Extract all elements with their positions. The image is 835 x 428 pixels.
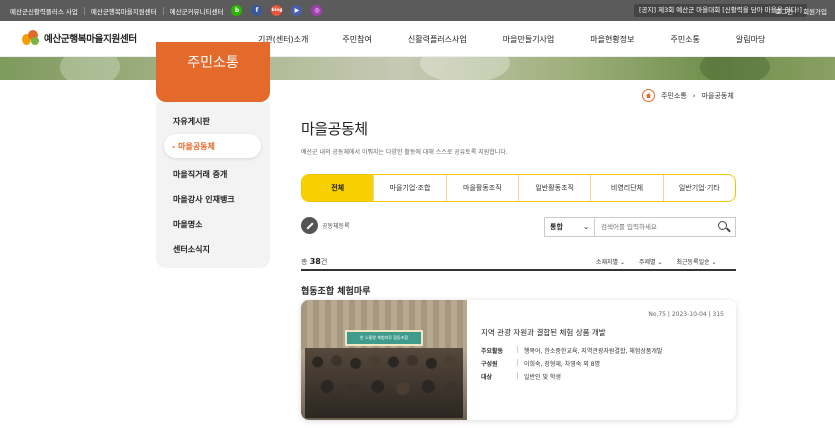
count-value: 38 <box>309 257 321 266</box>
main-nav: 기관(센터)소개 주민참여 신활력플러스사업 마을만들기사업 마을현황정보 주민… <box>258 21 765 57</box>
card-title: 지역 관광 자원과 결합된 체험 상품 개발 <box>481 328 606 337</box>
nav-new-vitality[interactable]: 신활력플러스사업 <box>408 34 467 45</box>
search-icon[interactable] <box>717 220 731 234</box>
filter-location[interactable]: 소재지별 ⌄ <box>596 257 625 266</box>
info-value: 일반인 및 학생 <box>524 374 561 381</box>
sidebar-item-newsletter[interactable]: 센터소식지 <box>173 244 210 255</box>
pen-icon <box>301 217 318 234</box>
search-type-value: 통합 <box>550 223 563 231</box>
category-tabs: 전체 마을기업·조합 마을활동조직 일반활동조직 비영리단체 일반기업·기타 <box>301 174 736 202</box>
photo-banner: 한 소통왕 체험마루 협동조합 <box>345 330 423 346</box>
sidebar-item-attractions[interactable]: 마을명소 <box>173 219 202 230</box>
register-community-button[interactable]: 공동체등록 <box>301 217 350 234</box>
tab-village-activity[interactable]: 마을활동조직 <box>445 175 518 201</box>
home-icon[interactable] <box>642 89 655 102</box>
breadcrumb: 주민소통 › 마을공동체 <box>642 89 734 102</box>
count-suffix: 건 <box>320 258 328 266</box>
signup-link[interactable]: 회원가입 <box>803 6 827 16</box>
family-link-1[interactable]: 예산군신활력플러스 사업 <box>10 6 78 16</box>
sns-links: b f blog ▶ ◎ <box>231 5 328 16</box>
nav-village-status[interactable]: 마을현황정보 <box>590 34 634 45</box>
card-info-row: 주요활동 행복어, 한소중한교육, 지역관광자원결합, 체험상품개발 <box>481 346 662 355</box>
sidebar-item-instructor-bank[interactable]: 마을강사 인재뱅크 <box>173 194 235 205</box>
nav-village-making[interactable]: 마을만들기사업 <box>503 34 555 45</box>
logo-mark-icon <box>22 30 40 46</box>
sidebar-item-direct-trade[interactable]: 마을직거래 중개 <box>173 169 227 180</box>
nav-participation[interactable]: 주민참여 <box>342 34 371 45</box>
count-prefix: 총 <box>301 258 308 266</box>
page-title: 마을공동체 <box>301 120 368 138</box>
breadcrumb-parent[interactable]: 주민소통 <box>661 91 687 101</box>
card-meta: No.75 | 2023-10-04 | 315 <box>648 311 724 318</box>
blog-icon[interactable]: b <box>231 5 243 16</box>
filter-sort[interactable]: 최근등록일순 ⌄ <box>677 257 717 266</box>
community-photo: 한 소통왕 체험마루 협동조합 <box>301 300 467 420</box>
info-value: 행복어, 한소중한교육, 지역관광자원결합, 체험상품개발 <box>524 348 663 355</box>
site-header: 예산군행복마을지원센터 기관(센터)소개 주민참여 신활력플러스사업 마을만들기… <box>0 21 835 57</box>
sidebar-title: 주민소통 <box>156 42 270 102</box>
sidebar-menu: 자유게시판 마을직거래 중개 마을강사 인재뱅크 마을명소 센터소식지 <box>156 102 270 268</box>
naver-blog-icon[interactable]: blog <box>271 5 283 16</box>
card-info-row: 대상 일반인 및 학생 <box>481 372 561 381</box>
login-link[interactable]: 로그인 <box>775 6 793 16</box>
facebook-icon[interactable]: f <box>251 5 263 16</box>
tab-nonprofit[interactable]: 비영리단체 <box>590 175 662 201</box>
top-utility-bar: 예산군신활력플러스 사업 예산군행복마을지원센터 예산군커뮤니티센터 b f b… <box>0 0 835 21</box>
card-info-row: 구성원 이희숙, 장형재, 차영숙 외 8명 <box>481 359 600 368</box>
breadcrumb-current: 마을공동체 <box>701 91 734 100</box>
community-name[interactable]: 협동조합 체험마루 <box>301 284 370 297</box>
sidebar-item-label: - 마을공동체 <box>172 142 215 151</box>
family-link-2[interactable]: 예산군행복마을지원센터 <box>91 6 157 16</box>
community-card[interactable]: 한 소통왕 체험마루 협동조합 No.75 | 2023-10-04 | 315… <box>301 300 736 420</box>
tab-village-enterprise[interactable]: 마을기업·조합 <box>373 175 445 201</box>
photo-banner-text: 한 소통왕 체험마루 협동조합 <box>360 335 408 340</box>
youtube-icon[interactable]: ▶ <box>291 5 303 16</box>
sidebar-item-community[interactable]: - 마을공동체 <box>164 134 261 158</box>
list-divider <box>301 269 736 271</box>
search-bar: 통합 ⌄ <box>544 217 736 237</box>
tab-general-activity[interactable]: 일반활동조직 <box>517 175 590 201</box>
tab-general-company[interactable]: 일반기업·기타 <box>662 175 735 201</box>
tab-all[interactable]: 전체 <box>302 175 374 201</box>
search-input[interactable] <box>595 218 717 236</box>
nav-communication[interactable]: 주민소통 <box>670 34 699 45</box>
info-key: 대상 <box>481 374 493 381</box>
filter-topic[interactable]: 주제별 ⌄ <box>639 257 663 266</box>
family-site-links: 예산군신활력플러스 사업 예산군행복마을지원센터 예산군커뮤니티센터 b f b… <box>10 0 328 21</box>
info-key: 구성원 <box>481 361 498 368</box>
logo-text: 예산군행복마을지원센터 <box>44 34 137 45</box>
sidebar-item-free-board[interactable]: 자유게시판 <box>173 116 210 127</box>
sub-visual-banner <box>0 57 835 80</box>
nav-notice[interactable]: 알림마당 <box>736 34 765 45</box>
family-link-3[interactable]: 예산군커뮤니티센터 <box>170 6 224 16</box>
site-logo[interactable]: 예산군행복마을지원센터 <box>22 30 137 46</box>
search-type-select[interactable]: 통합 ⌄ <box>545 218 595 236</box>
breadcrumb-chevron-icon: › <box>692 91 696 100</box>
instagram-icon[interactable]: ◎ <box>311 5 323 16</box>
register-label: 공동체등록 <box>322 223 350 230</box>
result-count: 총 38건 <box>301 257 327 267</box>
list-filters: 소재지별 ⌄ 주제별 ⌄ 최근등록일순 ⌄ <box>596 257 717 266</box>
page-description: 예산군 내의 공동체에서 이뤄지는 다양한 활동에 대해 스스로 공유토록 지원… <box>301 149 508 156</box>
info-key: 주요활동 <box>481 348 504 355</box>
chevron-down-icon: ⌄ <box>583 223 589 231</box>
info-value: 이희숙, 장형재, 차영숙 외 8명 <box>524 361 600 368</box>
